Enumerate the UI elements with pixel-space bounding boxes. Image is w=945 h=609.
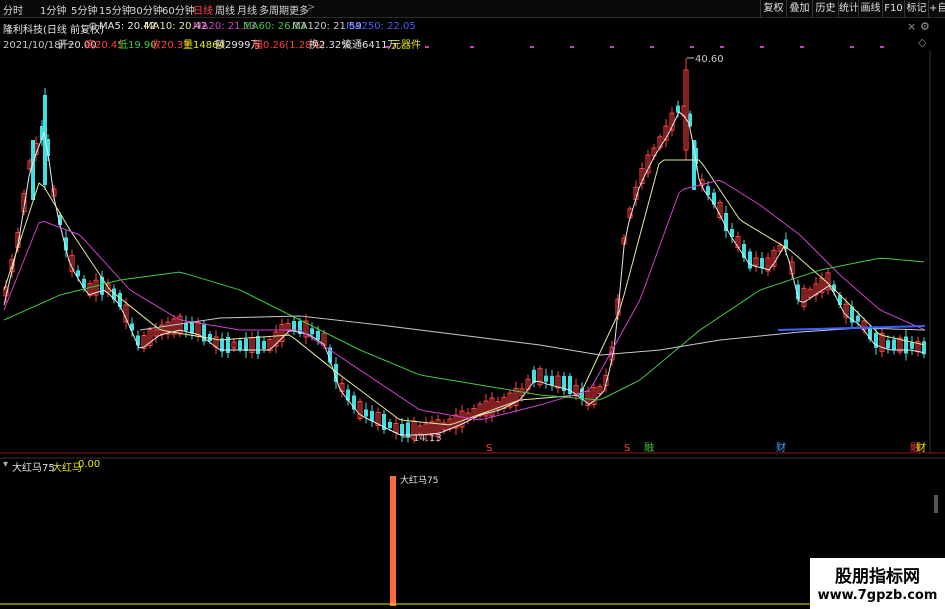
event-marker: 财 xyxy=(776,441,786,454)
candle-body xyxy=(136,335,140,346)
ma5-line xyxy=(3,111,925,436)
candle-body xyxy=(676,105,680,113)
candle-body xyxy=(370,411,374,421)
signal-tick xyxy=(530,46,534,48)
signal-tick xyxy=(425,46,429,48)
signal-tick xyxy=(385,46,389,48)
chevron-down-icon[interactable]: ▾ xyxy=(3,459,8,470)
signal-tick xyxy=(610,46,614,48)
candle-body xyxy=(190,322,194,334)
candle-body xyxy=(856,315,860,322)
indicator-value: 0.00 xyxy=(78,459,101,470)
signal-tick xyxy=(720,46,724,48)
signal-tick xyxy=(570,46,574,48)
candle-body xyxy=(388,422,392,428)
indicator-bar-annotation: 大红马75 xyxy=(400,474,438,486)
candle-body xyxy=(364,409,368,417)
candle-body xyxy=(244,339,248,351)
ma20-line xyxy=(3,179,925,421)
signal-tick xyxy=(470,46,474,48)
candle-body xyxy=(256,336,260,354)
signal-tick xyxy=(880,46,884,48)
candle-body xyxy=(892,339,896,351)
candle-body xyxy=(316,330,320,340)
candle-body xyxy=(886,340,890,349)
signal-tick xyxy=(690,46,694,48)
indicator-scroll-marker xyxy=(934,495,938,513)
candle-body xyxy=(904,336,908,354)
watermark-url: www.7gpzb.com xyxy=(817,588,938,603)
watermark-title: 股朋指标网 xyxy=(835,567,920,587)
signal-tick xyxy=(850,46,854,48)
event-marker: S xyxy=(624,443,630,454)
event-marker: 财 xyxy=(916,441,926,454)
low-price-label: 14.13 xyxy=(413,433,442,444)
signal-tick xyxy=(800,46,804,48)
signal-tick xyxy=(650,46,654,48)
kline-chart[interactable]: 40.6014.13S S 融财融财大红马75 xyxy=(0,0,945,609)
site-watermark: 股朋指标网 www.7gpzb.com xyxy=(810,558,945,609)
signal-tick xyxy=(760,46,764,48)
candle-body xyxy=(208,334,212,341)
ma10-line xyxy=(3,159,925,426)
high-price-label: 40.60 xyxy=(695,54,724,65)
candle-body xyxy=(688,113,692,127)
event-marker: S xyxy=(486,443,492,454)
event-marker: 融 xyxy=(644,442,654,454)
candle-body xyxy=(31,140,35,200)
indicator-bar xyxy=(390,476,396,606)
candle-body xyxy=(262,341,266,349)
candle-body xyxy=(910,341,914,349)
candle-body xyxy=(724,213,728,231)
indicator-name: 大红马75 xyxy=(12,463,55,474)
candle-body xyxy=(310,328,314,335)
candle-body xyxy=(748,251,752,269)
candle-body xyxy=(238,340,242,350)
candle-body xyxy=(760,258,764,268)
candle-body xyxy=(544,375,548,382)
candle-body xyxy=(550,376,554,385)
